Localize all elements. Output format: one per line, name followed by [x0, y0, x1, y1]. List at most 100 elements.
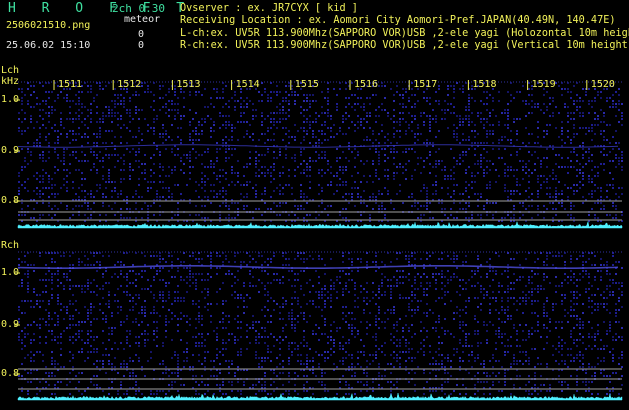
noise-pixel: [558, 255, 560, 257]
noise-pixel: [327, 100, 329, 102]
noise-pixel: [48, 372, 50, 374]
noise-pixel: [558, 112, 560, 114]
noise-pixel: [597, 288, 599, 290]
noise-pixel: [153, 279, 155, 281]
noise-pixel: [126, 315, 128, 317]
noise-pixel: [339, 270, 341, 272]
noise-pixel: [438, 336, 440, 338]
noise-pixel: [513, 303, 515, 305]
noise-pixel: [120, 118, 122, 120]
noise-pixel: [306, 196, 308, 198]
noise-pixel: [387, 190, 389, 192]
noise-pixel: [591, 139, 593, 141]
noise-pixel: [114, 190, 116, 192]
noise-pixel: [366, 372, 368, 374]
noise-pixel: [576, 315, 578, 317]
noise-pixel: [51, 112, 53, 114]
noise-pixel: [327, 291, 329, 293]
noise-pixel: [69, 217, 71, 219]
noise-pixel: [309, 160, 311, 162]
noise-pixel: [420, 276, 422, 278]
noise-pixel: [474, 124, 476, 126]
noise-pixel: [351, 318, 353, 320]
noise-pixel: [183, 351, 185, 353]
noise-pixel: [189, 91, 191, 93]
noise-pixel: [84, 306, 86, 308]
noise-pixel: [591, 169, 593, 171]
noise-pixel: [66, 327, 68, 329]
noise-pixel: [582, 255, 584, 257]
noise-pixel: [264, 342, 266, 344]
noise-pixel: [102, 330, 104, 332]
noise-pixel: [252, 285, 254, 287]
noise-pixel: [483, 205, 485, 207]
noise-pixel: [279, 121, 281, 123]
noise-pixel: [102, 360, 104, 362]
noise-pixel: [195, 112, 197, 114]
noise-pixel: [120, 181, 122, 183]
noise-pixel: [78, 333, 80, 335]
noise-pixel: [105, 348, 107, 350]
noise-pixel: [426, 303, 428, 305]
noise-pixel: [189, 366, 191, 368]
noise-pixel: [99, 264, 101, 266]
noise-pixel: [393, 127, 395, 129]
noise-pixel: [282, 360, 284, 362]
noise-pixel: [54, 148, 56, 150]
noise-pixel: [321, 91, 323, 93]
noise-pixel: [465, 255, 467, 257]
noise-pixel: [462, 324, 464, 326]
noise-pixel: [486, 133, 488, 135]
noise-pixel: [552, 306, 554, 308]
noise-pixel: [351, 354, 353, 356]
noise-pixel: [258, 336, 260, 338]
noise-pixel: [261, 357, 263, 359]
noise-pixel: [375, 294, 377, 296]
noise-pixel: [567, 321, 569, 323]
noise-pixel: [45, 324, 47, 326]
noise-pixel: [57, 139, 59, 141]
noise-pixel: [294, 330, 296, 332]
noise-pixel: [291, 303, 293, 305]
noise-pixel: [162, 258, 164, 260]
noise-pixel: [348, 366, 350, 368]
noise-pixel: [42, 279, 44, 281]
noise-pixel: [546, 166, 548, 168]
noise-pixel: [405, 133, 407, 135]
noise-pixel: [435, 273, 437, 275]
noise-pixel: [231, 181, 233, 183]
noise-pixel: [276, 94, 278, 96]
noise-pixel: [474, 130, 476, 132]
noise-pixel: [222, 190, 224, 192]
noise-pixel: [555, 303, 557, 305]
noise-pixel: [87, 217, 89, 219]
noise-pixel: [567, 136, 569, 138]
noise-pixel: [180, 139, 182, 141]
noise-pixel: [48, 157, 50, 159]
noise-pixel: [555, 291, 557, 293]
noise-pixel: [294, 175, 296, 177]
noise-pixel: [90, 151, 92, 153]
noise-pixel: [465, 172, 467, 174]
noise-pixel: [543, 348, 545, 350]
noise-pixel: [396, 279, 398, 281]
noise-pixel: [291, 136, 293, 138]
noise-pixel: [135, 160, 137, 162]
noise-pixel: [135, 303, 137, 305]
noise-pixel: [543, 324, 545, 326]
noise-pixel: [366, 264, 368, 266]
noise-pixel: [582, 324, 584, 326]
noise-pixel: [618, 103, 620, 105]
noise-pixel: [444, 112, 446, 114]
noise-pixel: [609, 273, 611, 275]
noise-pixel: [570, 315, 572, 317]
noise-pixel: [540, 175, 542, 177]
noise-pixel: [408, 273, 410, 275]
noise-pixel: [552, 255, 554, 257]
noise-pixel: [219, 169, 221, 171]
noise-pixel: [162, 196, 164, 198]
noise-pixel: [246, 181, 248, 183]
noise-pixel: [498, 282, 500, 284]
noise-pixel: [600, 264, 602, 266]
noise-pixel: [225, 360, 227, 362]
